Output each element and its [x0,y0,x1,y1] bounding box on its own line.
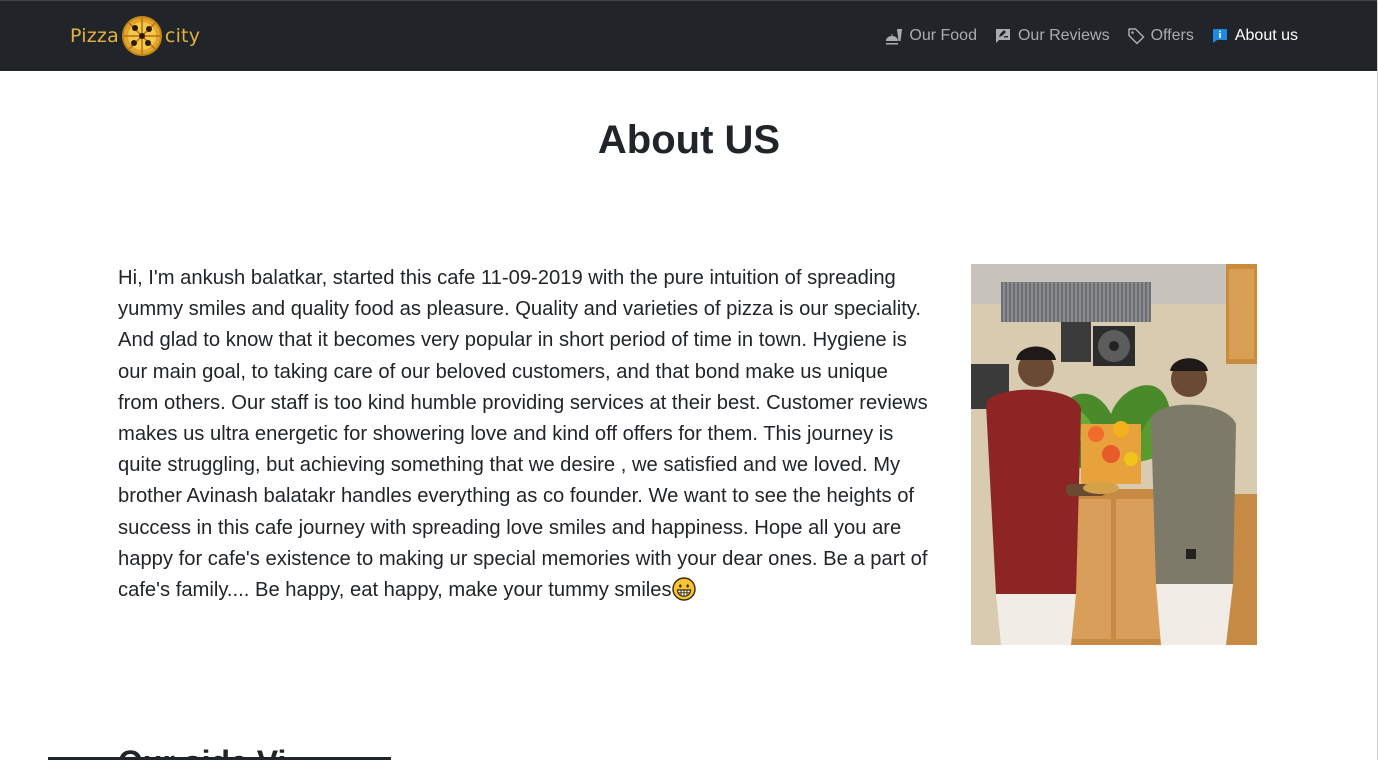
page-title: About US [597,118,781,162]
next-section-heading: Our side Vi [118,744,286,760]
nav-label-offers: Offers [1150,27,1194,44]
nav-label-our-food: Our Food [909,27,977,44]
brand-text-right: city [164,25,201,47]
review-icon [995,29,1010,43]
tag-icon [1127,28,1144,45]
grinning-emoji-icon [671,577,696,601]
navbar: Pizza city Our Food Our Reviews Offers A… [0,0,1377,71]
page: Pizza city Our Food Our Reviews Offers A… [0,0,1378,760]
founders-photo-illustration [971,264,1257,645]
nav-item-about-us[interactable]: About us [1211,27,1298,45]
founders-photo [971,264,1257,645]
nav-item-offers[interactable]: Offers [1127,27,1194,45]
nav-label-our-reviews: Our Reviews [1017,27,1110,44]
food-icon [886,29,903,45]
nav-item-our-reviews[interactable]: Our Reviews [994,27,1110,45]
nav-item-our-food[interactable]: Our Food [885,27,977,45]
main-nav: Our Food Our Reviews Offers About us [868,1,1298,71]
pizza-logo-icon [121,16,162,56]
curtain [1001,282,1151,322]
brand-logo-link[interactable]: Pizza city [70,15,200,57]
about-paragraph: Hi, I'm ankush balatkar, started this ca… [118,263,928,606]
brand-text-left: Pizza [70,25,119,47]
info-icon [1212,29,1227,43]
about-text: Hi, I'm ankush balatkar, started this ca… [118,267,928,602]
nav-label-about-us: About us [1234,27,1298,44]
